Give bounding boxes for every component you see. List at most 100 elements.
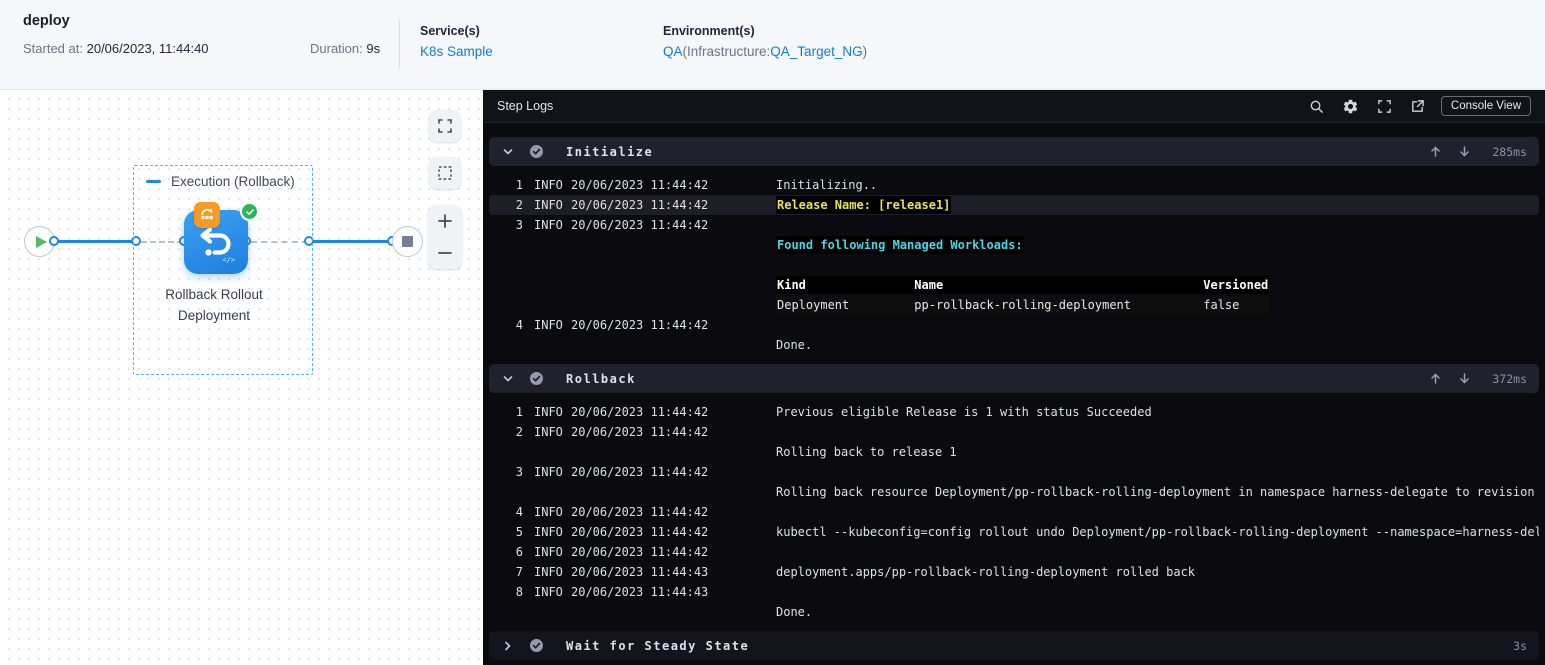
log-level: INFO xyxy=(534,318,563,332)
log-timestamp: 20/06/2023 11:44:42 xyxy=(571,218,709,232)
log-level: INFO xyxy=(534,505,563,519)
log-level: INFO xyxy=(534,405,563,419)
env-suffix: ) xyxy=(862,44,868,59)
log-message: Found following Managed Workloads: xyxy=(776,236,1024,254)
log-line: Deployment pp-rollback-rolling-deploymen… xyxy=(489,295,1539,315)
log-message: Deployment pp-rollback-rolling-deploymen… xyxy=(776,296,1270,314)
execution-group-label[interactable]: Execution (Rollback) xyxy=(146,174,295,189)
fit-to-screen-button[interactable] xyxy=(429,110,461,142)
started-at-value: 20/06/2023, 11:44:40 xyxy=(86,41,209,56)
log-line: 4 INFO 20/06/2023 11:44:42 xyxy=(489,315,1539,335)
infrastructure-link[interactable]: QA_Target_NG xyxy=(770,44,862,59)
log-level: INFO xyxy=(534,545,563,559)
started-at: Started at: 20/06/2023, 11:44:40 xyxy=(23,41,209,56)
console-title: Step Logs xyxy=(497,99,554,113)
search-icon[interactable] xyxy=(1309,99,1324,114)
started-at-label: Started at: xyxy=(23,41,83,56)
log-message: deployment.apps/pp-rollback-rolling-depl… xyxy=(776,565,1196,579)
section-title: Rollback xyxy=(566,371,636,386)
console-view-button[interactable]: Console View xyxy=(1440,96,1531,116)
execution-label-text: Execution (Rollback) xyxy=(171,174,295,189)
console-body[interactable]: Initialize 285ms 1 INFO 20/06/2023 11:44:42 I… xyxy=(483,123,1545,665)
step-success-icon xyxy=(530,372,543,385)
log-timestamp: 20/06/2023 11:44:42 xyxy=(571,465,709,479)
step-logs-panel: Step Logs Console View Initialize 285ms 1 I… xyxy=(483,90,1545,665)
log-level: INFO xyxy=(534,178,563,192)
marquee-select-button[interactable] xyxy=(429,157,461,189)
log-section-header[interactable]: Initialize 285ms xyxy=(489,137,1539,166)
success-check-icon xyxy=(240,202,259,221)
log-line: Found following Managed Workloads: xyxy=(489,235,1539,255)
log-level: INFO xyxy=(534,198,563,212)
log-message: Done. xyxy=(776,338,813,352)
open-in-new-icon[interactable] xyxy=(1410,99,1425,114)
stop-icon xyxy=(402,236,413,247)
log-line-number: 3 xyxy=(515,465,523,479)
zoom-controls xyxy=(428,205,462,269)
chevron-right-icon[interactable] xyxy=(501,639,515,653)
scroll-to-top-icon[interactable] xyxy=(1429,372,1442,385)
log-line-number: 5 xyxy=(515,525,523,539)
log-line-number: 8 xyxy=(515,585,523,599)
log-line-number: 1 xyxy=(515,405,523,419)
log-timestamp: 20/06/2023 11:44:42 xyxy=(571,425,709,439)
log-line-number: 2 xyxy=(515,198,523,212)
log-section-header[interactable]: Wait for Steady State 3s xyxy=(489,631,1539,660)
pipeline-graph-canvas[interactable]: Execution (Rollback) </> Rollback Rollou… xyxy=(0,90,483,665)
log-line-number: 1 xyxy=(515,178,523,192)
chevron-down-icon[interactable] xyxy=(501,145,515,159)
log-level: INFO xyxy=(534,565,563,579)
environment-link[interactable]: QA xyxy=(663,44,683,59)
log-line-number: 4 xyxy=(515,318,523,332)
chevron-down-icon[interactable] xyxy=(501,372,515,386)
log-message: Rolling back resource Deployment/pp-roll… xyxy=(776,485,1539,499)
log-message: Previous eligible Release is 1 with stat… xyxy=(776,405,1152,419)
log-level: INFO xyxy=(534,525,563,539)
page-title: deploy xyxy=(23,13,70,29)
log-level: INFO xyxy=(534,425,563,439)
log-line: 5 INFO 20/06/2023 11:44:42 kubectl --kubeco… xyxy=(489,522,1539,542)
end-node[interactable] xyxy=(392,226,423,257)
log-line: Kind Name Versioned xyxy=(489,275,1539,295)
connector-dot[interactable] xyxy=(49,236,59,246)
scroll-to-bottom-icon[interactable] xyxy=(1458,145,1471,158)
marquee-icon xyxy=(438,166,452,180)
log-message: kubectl --kubeconfig=config rollout undo… xyxy=(776,525,1539,539)
log-line: Rolling back to release 1 xyxy=(489,442,1539,462)
service-link[interactable]: K8s Sample xyxy=(420,44,493,59)
services-block: Service(s) K8s Sample xyxy=(420,24,493,59)
edge-start-to-stage xyxy=(53,240,137,243)
scroll-to-top-icon[interactable] xyxy=(1429,145,1442,158)
section-duration: 3s xyxy=(1513,638,1527,653)
log-line: 3 INFO 20/06/2023 11:44:42 xyxy=(489,215,1539,235)
fullscreen-icon xyxy=(438,119,452,133)
log-line: 7 INFO 20/06/2023 11:44:43 deployment.apps/… xyxy=(489,562,1539,582)
duration: Duration: 9s xyxy=(310,41,380,56)
log-section-header[interactable]: Rollback 372ms xyxy=(489,364,1539,393)
gear-icon[interactable] xyxy=(1342,98,1359,115)
log-level: INFO xyxy=(534,465,563,479)
scroll-to-bottom-icon[interactable] xyxy=(1458,372,1471,385)
environments-block: Environment(s) QA(Infrastructure:QA_Targ… xyxy=(663,24,867,59)
section-title: Initialize xyxy=(566,144,654,159)
expand-icon[interactable] xyxy=(1377,99,1392,114)
log-line: 8 INFO 20/06/2023 11:44:43 xyxy=(489,582,1539,602)
log-line: Rolling back resource Deployment/pp-roll… xyxy=(489,482,1539,502)
log-line-number: 3 xyxy=(515,218,523,232)
environments-label: Environment(s) xyxy=(663,24,755,38)
log-line: 1 INFO 20/06/2023 11:44:42 Previous eligibl… xyxy=(489,402,1539,422)
log-message: Initializing.. xyxy=(776,178,878,192)
zoom-in-button[interactable] xyxy=(436,212,454,230)
play-icon xyxy=(35,235,47,248)
header-divider xyxy=(399,20,400,68)
services-label: Service(s) xyxy=(420,24,480,38)
log-timestamp: 20/06/2023 11:44:42 xyxy=(571,545,709,559)
zoom-out-button[interactable] xyxy=(436,244,454,262)
log-line: 2 INFO 20/06/2023 11:44:42 Release Name: [r… xyxy=(489,195,1539,215)
log-timestamp: 20/06/2023 11:44:42 xyxy=(571,178,709,192)
env-infra-prefix: (Infrastructure: xyxy=(682,44,771,59)
collapse-minus-icon[interactable] xyxy=(146,180,161,183)
log-timestamp: 20/06/2023 11:44:42 xyxy=(571,525,709,539)
log-line: 2 INFO 20/06/2023 11:44:42 xyxy=(489,422,1539,442)
svg-text:</>: </> xyxy=(222,256,235,264)
